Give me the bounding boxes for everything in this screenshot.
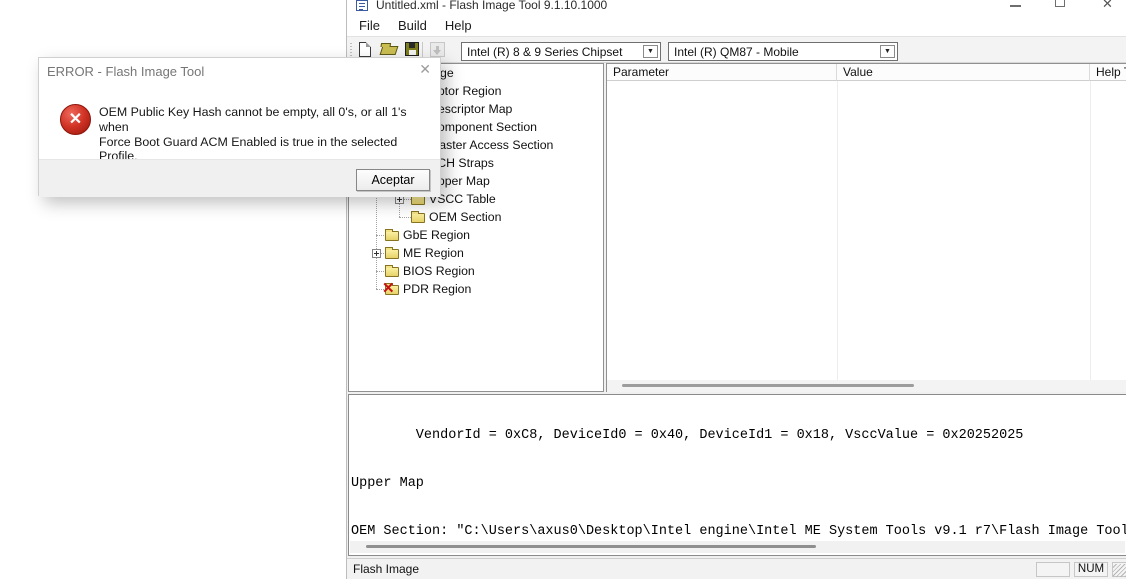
- title-bar: Untitled.xml - Flash Image Tool 9.1.10.1…: [347, 0, 1126, 15]
- tree-item-bios-region[interactable]: BIOS Region: [349, 262, 603, 280]
- menu-build[interactable]: Build: [389, 16, 436, 35]
- menu-help[interactable]: Help: [436, 16, 481, 35]
- save-floppy-icon: [405, 42, 419, 56]
- resize-grip-icon[interactable]: [1113, 564, 1126, 577]
- menu-file[interactable]: File: [350, 16, 389, 35]
- grid-horizontal-scrollbar[interactable]: [607, 380, 1126, 392]
- folder-icon: [385, 229, 399, 241]
- open-folder-icon: [379, 46, 399, 55]
- column-divider: [1090, 81, 1091, 380]
- log-line: Upper Map: [351, 476, 424, 491]
- accept-button[interactable]: Aceptar: [356, 169, 430, 191]
- chevron-down-icon[interactable]: ▼: [880, 45, 895, 58]
- tree-item-oem-section[interactable]: OEM Section: [349, 208, 603, 226]
- minimize-icon[interactable]: [1010, 5, 1021, 7]
- grid-header: Parameter Value Help T: [607, 64, 1126, 81]
- folder-icon: [385, 247, 399, 259]
- error-message-line1: OEM Public Key Hash cannot be empty, all…: [99, 105, 407, 134]
- red-x-icon: ✕: [382, 280, 395, 297]
- status-bar: Flash Image NUM: [347, 558, 1126, 579]
- chipset-combo[interactable]: Intel (R) 8 & 9 Series Chipset ▼: [461, 42, 661, 61]
- log-horizontal-scrollbar[interactable]: [350, 541, 1125, 553]
- log-line: OEM Section: "C:\Users\axus0\Desktop\Int…: [351, 524, 1126, 539]
- tree-item-pdr-region[interactable]: ✕ PDR Region: [349, 280, 603, 298]
- toolbar: Intel (R) 8 & 9 Series Chipset ▼ Intel (…: [347, 36, 1126, 63]
- build-log-text: VendorId = 0xC8, DeviceId0 = 0x40, Devic…: [351, 396, 1126, 555]
- folder-icon: [411, 211, 425, 223]
- desktop: Untitled.xml - Flash Image Tool 9.1.10.1…: [0, 0, 1126, 579]
- folder-icon: [385, 265, 399, 277]
- scrollbar-thumb[interactable]: [366, 545, 816, 548]
- column-header-help-text[interactable]: Help T: [1090, 64, 1126, 81]
- status-text: Flash Image: [353, 562, 420, 576]
- dialog-title: ERROR - Flash Image Tool: [47, 64, 205, 79]
- column-divider: [837, 81, 838, 380]
- chevron-down-icon[interactable]: ▼: [643, 45, 658, 58]
- scrollbar-thumb[interactable]: [622, 384, 914, 387]
- app-window-flash-image-tool: Untitled.xml - Flash Image Tool 9.1.10.1…: [346, 0, 1126, 579]
- parameter-grid: Parameter Value Help T: [606, 63, 1126, 392]
- status-panel-empty: [1036, 562, 1070, 577]
- tree-item-me-region[interactable]: ME Region: [349, 244, 603, 262]
- toolbar-separator: [422, 42, 423, 58]
- status-panel-num: NUM: [1074, 562, 1108, 577]
- app-icon: [356, 0, 368, 11]
- expand-icon[interactable]: [372, 249, 381, 258]
- error-dialog: ERROR - Flash Image Tool ✕ ✕ OEM Public …: [38, 57, 441, 197]
- error-icon: ✕: [60, 104, 91, 135]
- toolbar-grip: [350, 43, 352, 58]
- close-icon[interactable]: ✕: [1102, 0, 1113, 12]
- error-message: OEM Public Key Hash cannot be empty, all…: [99, 105, 437, 164]
- platform-combo-value: Intel (R) QM87 - Mobile: [674, 45, 799, 59]
- dialog-footer: Aceptar: [39, 159, 440, 197]
- platform-combo[interactable]: Intel (R) QM87 - Mobile ▼: [668, 42, 898, 61]
- menu-bar: File Build Help: [347, 15, 1126, 36]
- tree-item-gbe-region[interactable]: GbE Region: [349, 226, 603, 244]
- column-header-parameter[interactable]: Parameter: [607, 64, 837, 81]
- window-title: Untitled.xml - Flash Image Tool 9.1.10.1…: [376, 0, 608, 12]
- maximize-icon[interactable]: [1055, 0, 1065, 7]
- dialog-close-icon[interactable]: ✕: [419, 61, 431, 78]
- column-header-value[interactable]: Value: [837, 64, 1090, 81]
- build-image-icon: [430, 42, 445, 57]
- chipset-combo-value: Intel (R) 8 & 9 Series Chipset: [467, 45, 623, 59]
- log-line: VendorId = 0xC8, DeviceId0 = 0x40, Devic…: [351, 428, 1024, 443]
- build-log-panel: VendorId = 0xC8, DeviceId0 = 0x40, Devic…: [348, 394, 1126, 556]
- new-file-icon: [359, 42, 371, 57]
